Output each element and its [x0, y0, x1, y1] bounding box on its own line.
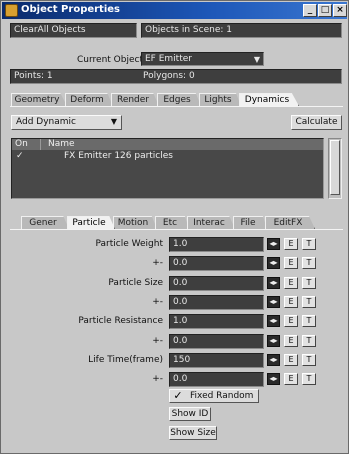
param-value-field[interactable]: 1.0	[169, 314, 264, 329]
variance-label: +-	[152, 297, 163, 307]
envelope-arrows-icon[interactable]: ◂▸	[267, 354, 280, 366]
envelope-arrows-icon[interactable]: ◂▸	[267, 277, 280, 289]
param-label: Particle Weight	[95, 239, 163, 249]
variance-label: +-	[152, 374, 163, 384]
app-icon	[5, 4, 18, 17]
list-item-name: FX Emitter 126 particles	[64, 151, 173, 161]
tab-render[interactable]: Render	[111, 93, 159, 106]
chevron-down-icon: ▼	[110, 117, 117, 126]
list-scrollbar[interactable]	[328, 138, 342, 199]
texture-button[interactable]: T	[302, 373, 316, 385]
envelope-edit-button[interactable]: E	[284, 354, 298, 366]
add-dynamic-dropdown[interactable]: Add Dynamic ▼	[11, 115, 122, 130]
tab-edges[interactable]: Edges	[157, 93, 201, 106]
dynamics-list[interactable]: On Name ✓ FX Emitter 126 particles	[11, 138, 324, 199]
tab-dynamics[interactable]: Dynamics	[239, 93, 299, 106]
close-button[interactable]: ×	[333, 4, 347, 17]
envelope-arrows-icon[interactable]: ◂▸	[267, 296, 280, 308]
current-object-value: EF Emitter	[145, 54, 192, 64]
envelope-edit-button[interactable]: E	[284, 335, 298, 347]
param-value-field[interactable]: 150	[169, 353, 264, 368]
param-label: Life Time(frame)	[88, 355, 163, 365]
object-stats-bar: Points: 1 Polygons: 0	[10, 69, 342, 84]
tab-lights[interactable]: Lights	[199, 93, 241, 106]
envelope-edit-button[interactable]: E	[284, 257, 298, 269]
tab-interaction[interactable]: Interac	[187, 216, 235, 229]
tab-particle[interactable]: Particle	[67, 216, 115, 229]
list-header: On Name	[12, 139, 323, 150]
maximize-button[interactable]: □	[318, 4, 332, 17]
param-label: Particle Size	[108, 278, 163, 288]
tab-editfx[interactable]: EditFX	[265, 216, 315, 229]
clear-all-objects-button[interactable]: ClearAll Objects	[10, 23, 137, 38]
column-header-on[interactable]: On	[15, 139, 28, 150]
calculate-button[interactable]: Calculate	[291, 115, 342, 130]
tab-etc[interactable]: Etc	[155, 216, 189, 229]
fixed-random-label: Fixed Random	[190, 391, 254, 401]
envelope-edit-button[interactable]: E	[284, 373, 298, 385]
texture-button[interactable]: T	[302, 257, 316, 269]
envelope-arrows-icon[interactable]: ◂▸	[267, 257, 280, 269]
column-header-name[interactable]: Name	[48, 139, 75, 150]
current-object-label: Current Object	[77, 55, 143, 65]
check-icon: ✓	[173, 389, 183, 402]
envelope-edit-button[interactable]: E	[284, 238, 298, 250]
list-item[interactable]: ✓ FX Emitter 126 particles	[12, 151, 323, 162]
tab-geometry[interactable]: Geometry	[11, 93, 67, 106]
variance-label: +-	[152, 258, 163, 268]
main-tab-divider	[10, 106, 343, 107]
param-value-field[interactable]: 0.0	[169, 256, 264, 271]
texture-button[interactable]: T	[302, 277, 316, 289]
param-label: Particle Resistance	[78, 316, 163, 326]
param-value-field[interactable]: 0.0	[169, 334, 264, 349]
texture-button[interactable]: T	[302, 296, 316, 308]
param-value-field[interactable]: 0.0	[169, 276, 264, 291]
tab-general[interactable]: Gener	[21, 216, 69, 229]
envelope-arrows-icon[interactable]: ◂▸	[267, 238, 280, 250]
envelope-edit-button[interactable]: E	[284, 277, 298, 289]
envelope-edit-button[interactable]: E	[284, 315, 298, 327]
points-count: Points: 1	[14, 71, 53, 81]
list-item-on-check[interactable]: ✓	[16, 151, 24, 162]
param-value-field[interactable]: 0.0	[169, 372, 264, 387]
polygons-count: Polygons: 0	[143, 71, 195, 81]
param-value-field[interactable]: 0.0	[169, 295, 264, 310]
window-title: Object Properties	[21, 4, 121, 15]
texture-button[interactable]: T	[302, 315, 316, 327]
column-divider	[40, 139, 41, 150]
texture-button[interactable]: T	[302, 354, 316, 366]
tab-motion[interactable]: Motion	[113, 216, 157, 229]
title-bar[interactable]: Object Properties _ □ ×	[2, 2, 347, 19]
show-size-button[interactable]: Show Size	[169, 426, 217, 440]
tab-file[interactable]: File	[233, 216, 267, 229]
envelope-arrows-icon[interactable]: ◂▸	[267, 373, 280, 385]
chevron-down-icon: ▼	[253, 55, 260, 64]
objects-in-scene-display: Objects in Scene: 1	[141, 23, 342, 38]
texture-button[interactable]: T	[302, 238, 316, 250]
envelope-arrows-icon[interactable]: ◂▸	[267, 335, 280, 347]
param-value-field[interactable]: 1.0	[169, 237, 264, 252]
envelope-edit-button[interactable]: E	[284, 296, 298, 308]
object-properties-window: Object Properties _ □ × ClearAll Objects…	[0, 0, 349, 454]
variance-label: +-	[152, 336, 163, 346]
current-object-select[interactable]: EF Emitter ▼	[141, 52, 264, 66]
sub-tab-divider	[10, 229, 343, 230]
minimize-button[interactable]: _	[303, 4, 317, 17]
add-dynamic-label: Add Dynamic	[16, 117, 76, 127]
show-id-button[interactable]: Show ID	[169, 407, 211, 421]
tab-deform[interactable]: Deform	[65, 93, 113, 106]
envelope-arrows-icon[interactable]: ◂▸	[267, 315, 280, 327]
texture-button[interactable]: T	[302, 335, 316, 347]
scrollbar-thumb[interactable]	[330, 140, 340, 195]
